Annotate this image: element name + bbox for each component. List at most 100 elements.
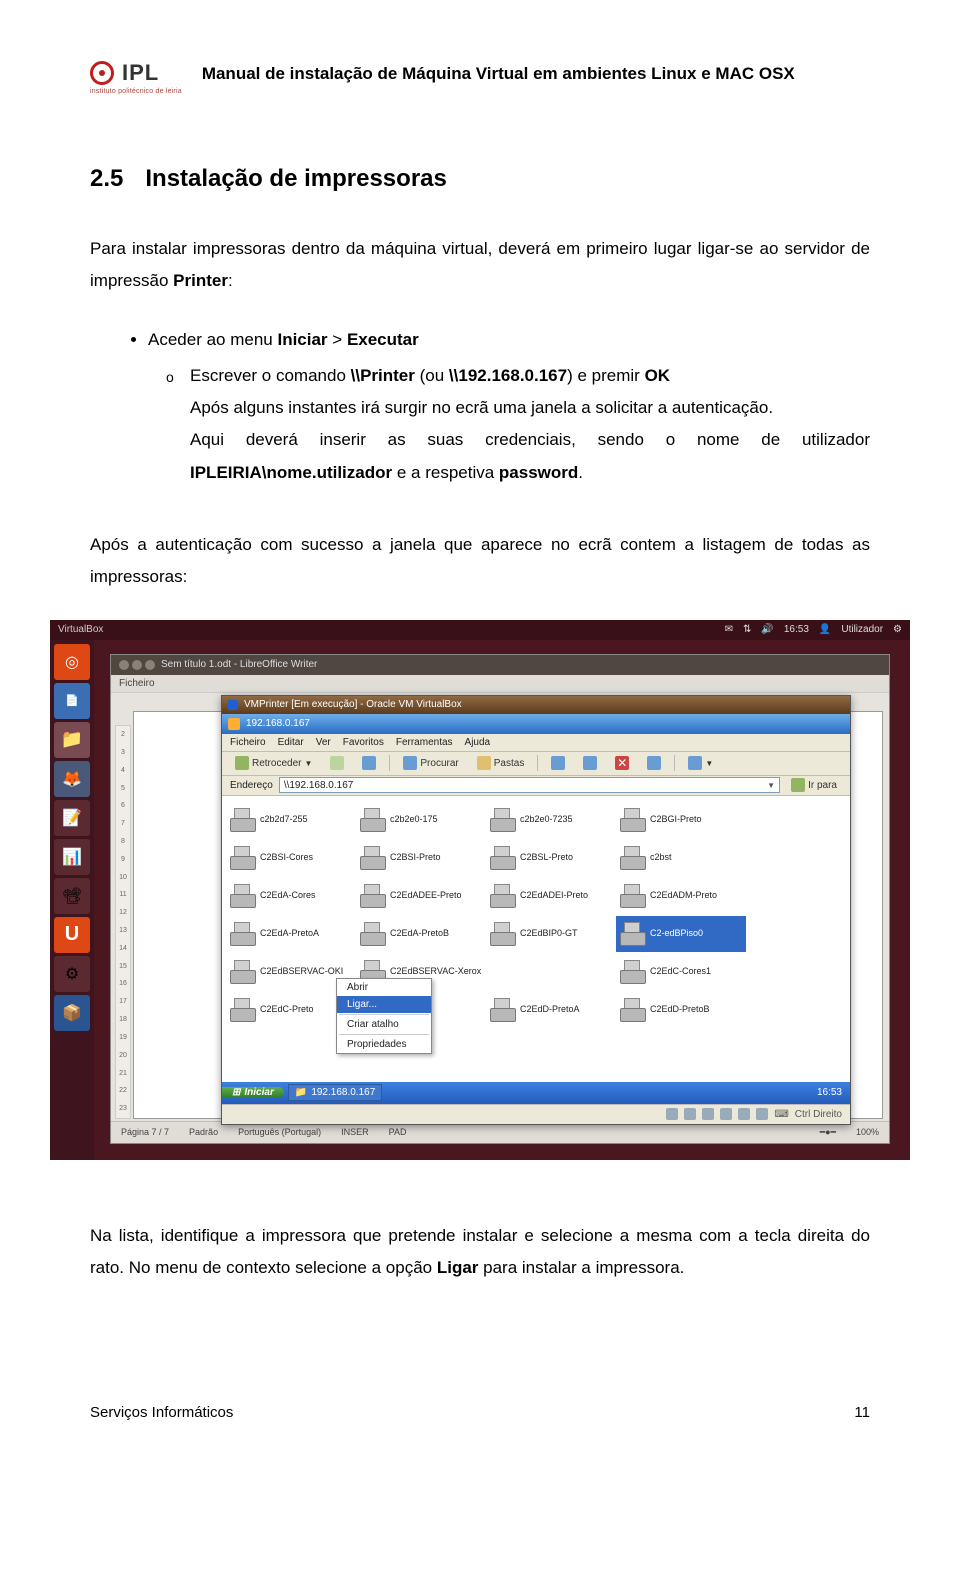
- copy-icon: [583, 756, 597, 770]
- context-menu: Abrir Ligar... Criar atalho Propriedades: [336, 978, 432, 1054]
- printer-item[interactable]: C2-edBPiso0: [616, 916, 746, 952]
- printer-item[interactable]: C2EdADEI-Preto: [486, 878, 616, 914]
- ctx-shortcut[interactable]: Criar atalho: [337, 1016, 431, 1033]
- vm-titlebar: VMPrinter [Em execução] - Oracle VM Virt…: [222, 696, 850, 714]
- sound-icon[interactable]: 🔊: [761, 624, 773, 635]
- undo-icon: [647, 756, 661, 770]
- printer-item[interactable]: C2BGI-Preto: [616, 802, 746, 838]
- forward-button[interactable]: [325, 754, 349, 772]
- search-button[interactable]: Procurar: [398, 754, 463, 772]
- printer-item[interactable]: C2EdD-PretoB: [616, 992, 746, 1028]
- printer-icon: [620, 884, 646, 908]
- vbox-cube-icon: [228, 700, 238, 710]
- settings-icon[interactable]: ⚙: [54, 956, 90, 992]
- files-icon[interactable]: 📁: [54, 722, 90, 758]
- printer-item[interactable]: c2b2e0-7235: [486, 802, 616, 838]
- printer-icon: [230, 960, 256, 984]
- printer-label: C2EdADM-Preto: [650, 891, 717, 901]
- maximize-icon[interactable]: [145, 660, 155, 670]
- menu-ficheiro[interactable]: Ficheiro: [119, 678, 155, 689]
- menu-ver[interactable]: Ver: [316, 737, 331, 748]
- section-title: Instalação de impressoras: [145, 165, 446, 192]
- printer-item[interactable]: C2EdA-PretoB: [356, 916, 486, 952]
- impress-app-icon[interactable]: 📽: [54, 878, 90, 914]
- explorer-menubar[interactable]: Ficheiro Editar Ver Favoritos Ferramentas Aju…: [222, 734, 850, 752]
- printer-label: c2bst: [650, 853, 672, 863]
- printer-item[interactable]: C2EdD-PretoA: [486, 992, 616, 1028]
- printer-label: C2BSI-Cores: [260, 853, 313, 863]
- printer-item[interactable]: C2BSI-Preto: [356, 840, 486, 876]
- printer-label: C2EdA-Cores: [260, 891, 316, 901]
- page-header: IPL instituto politécnico de leiria Manu…: [90, 60, 870, 95]
- software-center-icon[interactable]: U: [54, 917, 90, 953]
- move-button[interactable]: [546, 754, 570, 772]
- up-button[interactable]: [357, 754, 381, 772]
- printer-label: c2b2e0-175: [390, 815, 438, 825]
- copy-button[interactable]: [578, 754, 602, 772]
- dash-icon[interactable]: ◎: [54, 644, 90, 680]
- address-label: Endereço: [230, 780, 273, 791]
- printer-item[interactable]: c2b2d7-255: [226, 802, 356, 838]
- printer-item[interactable]: C2BSI-Cores: [226, 840, 356, 876]
- mail-icon[interactable]: ✉: [725, 624, 733, 635]
- folder-icon: 📁: [295, 1087, 307, 1098]
- header-title: Manual de instalação de Máquina Virtual …: [202, 64, 870, 84]
- menu-favoritos[interactable]: Favoritos: [343, 737, 384, 748]
- printer-label: C2EdD-PretoA: [520, 1005, 580, 1015]
- printer-icon: [620, 998, 646, 1022]
- calc-app-icon[interactable]: 📊: [54, 839, 90, 875]
- gear-icon[interactable]: ⚙: [893, 624, 902, 635]
- printer-item[interactable]: C2EdC-Cores1: [616, 954, 746, 990]
- printer-item[interactable]: C2EdADEE-Preto: [356, 878, 486, 914]
- menu-ficheiro[interactable]: Ficheiro: [230, 737, 266, 748]
- ctx-properties[interactable]: Propriedades: [337, 1036, 431, 1053]
- status-style: Padrão: [189, 1127, 218, 1137]
- libreoffice-window: Sem título 1.odt - LibreOffice Writer Fi…: [110, 654, 890, 1144]
- folders-button[interactable]: Pastas: [472, 754, 530, 772]
- writer-doc-icon[interactable]: 📄: [54, 683, 90, 719]
- footer-left: Serviços Informáticos: [90, 1404, 233, 1421]
- printer-item[interactable]: c2b2e0-175: [356, 802, 486, 838]
- minimize-icon[interactable]: [132, 660, 142, 670]
- zoom-slider-icon[interactable]: ━●━: [820, 1127, 836, 1138]
- firefox-icon[interactable]: 🦊: [54, 761, 90, 797]
- printer-item[interactable]: C2EdA-PretoA: [226, 916, 356, 952]
- forward-arrow-icon: [330, 756, 344, 770]
- delete-button[interactable]: ✕: [610, 754, 634, 772]
- virtualbox-icon[interactable]: 📦: [54, 995, 90, 1031]
- go-button[interactable]: Ir para: [786, 776, 842, 794]
- undo-button[interactable]: [642, 754, 666, 772]
- views-button[interactable]: ▼: [683, 754, 718, 772]
- status-zoom: 100%: [856, 1127, 879, 1138]
- address-bar-row: Endereço \\192.168.0.167 ▼ Ir para: [222, 776, 850, 796]
- ctx-connect[interactable]: Ligar...: [337, 996, 431, 1013]
- printer-label: C2EdADEE-Preto: [390, 891, 462, 901]
- menu-ajuda[interactable]: Ajuda: [465, 737, 491, 748]
- ubuntu-topbar: VirtualBox ✉ ⇅ 🔊 16:53 👤 Utilizador ⚙: [50, 620, 910, 640]
- back-button[interactable]: Retroceder▼: [230, 754, 317, 772]
- start-button[interactable]: ⊞ Iniciar: [222, 1087, 284, 1098]
- printer-item[interactable]: C2BSL-Preto: [486, 840, 616, 876]
- printer-item[interactable]: C2EdADM-Preto: [616, 878, 746, 914]
- address-value: \\192.168.0.167: [284, 780, 354, 791]
- printer-label: C2BGI-Preto: [650, 815, 702, 825]
- menu-ferramentas[interactable]: Ferramentas: [396, 737, 453, 748]
- printer-item[interactable]: C2EdBIP0-GT: [486, 916, 616, 952]
- taskbar-item[interactable]: 📁 192.168.0.167: [288, 1084, 382, 1101]
- network-icon[interactable]: ⇅: [743, 624, 751, 635]
- printer-item[interactable]: c2bst: [616, 840, 746, 876]
- printer-icon: [620, 808, 646, 832]
- writer-menubar[interactable]: Ficheiro: [111, 675, 889, 693]
- writer-app-icon[interactable]: 📝: [54, 800, 90, 836]
- taskbar-clock: 16:53: [817, 1087, 842, 1098]
- search-icon: [403, 756, 417, 770]
- dropdown-icon[interactable]: ▼: [767, 781, 775, 790]
- ctx-open[interactable]: Abrir: [337, 979, 431, 996]
- address-input[interactable]: \\192.168.0.167 ▼: [279, 777, 780, 793]
- user-icon[interactable]: 👤: [819, 624, 831, 635]
- close-icon[interactable]: [119, 660, 129, 670]
- menu-editar[interactable]: Editar: [278, 737, 304, 748]
- printer-item[interactable]: [486, 954, 616, 990]
- printer-item[interactable]: C2EdA-Cores: [226, 878, 356, 914]
- printer-label: C2EdBIP0-GT: [520, 929, 578, 939]
